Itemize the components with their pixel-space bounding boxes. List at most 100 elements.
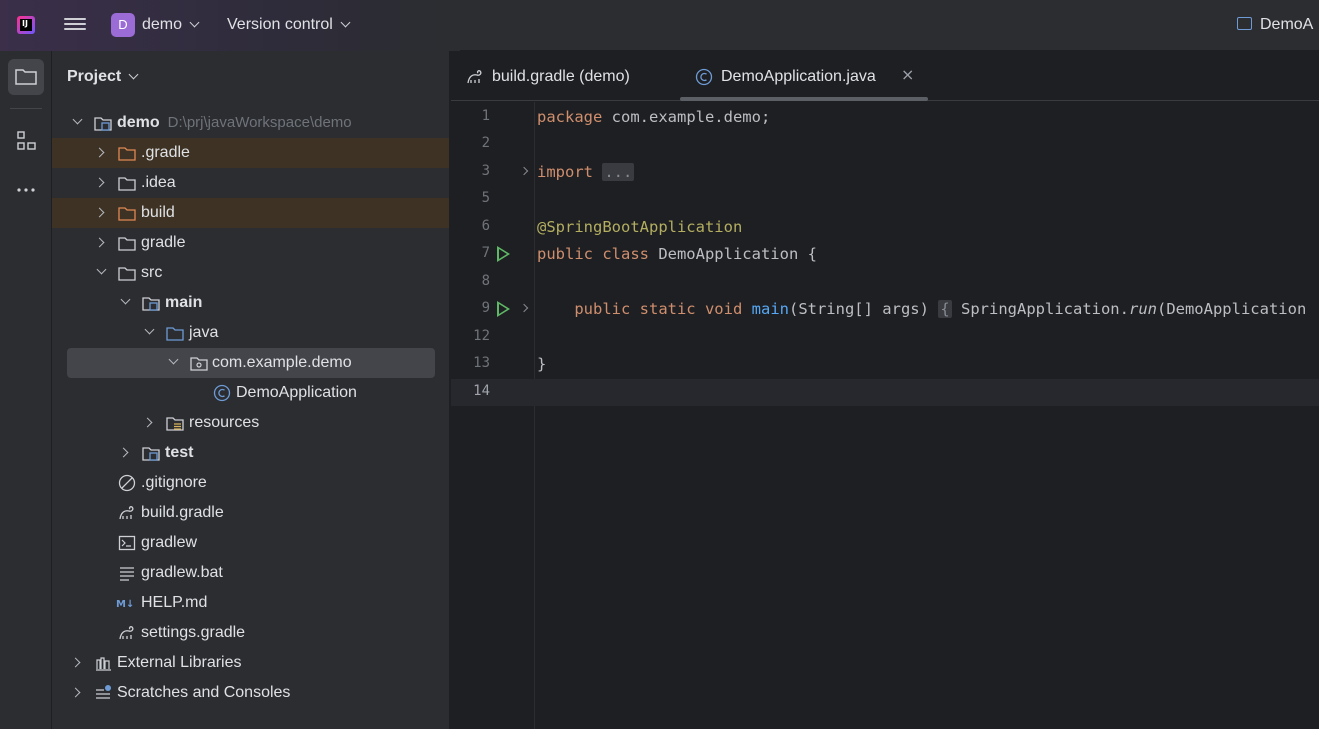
structure-tool-button[interactable] bbox=[8, 123, 44, 159]
line-number: 3 bbox=[481, 163, 490, 179]
tree-item-external-libraries[interactable]: External Libraries bbox=[52, 648, 449, 678]
ignore-file-icon bbox=[118, 474, 136, 492]
folder-icon bbox=[118, 177, 136, 191]
code-line[interactable]: 8 bbox=[451, 269, 1319, 296]
line-number: 7 bbox=[481, 245, 490, 261]
code-line[interactable]: 12 bbox=[451, 324, 1319, 351]
tree-item-main[interactable]: main bbox=[52, 288, 449, 318]
more-icon bbox=[17, 188, 35, 192]
line-number: 12 bbox=[473, 328, 490, 344]
tab-build-gradle[interactable]: build.gradle (demo) bbox=[466, 51, 666, 101]
main-menu-icon[interactable] bbox=[64, 15, 86, 35]
close-icon[interactable]: × bbox=[901, 65, 914, 84]
title-bar: IJ D demo Version control DemoA bbox=[0, 0, 1319, 51]
chevron-down-icon[interactable] bbox=[144, 324, 155, 335]
active-tab-indicator bbox=[680, 97, 928, 101]
java-class-icon bbox=[213, 384, 231, 402]
chevron-down-icon[interactable] bbox=[168, 354, 179, 365]
gradle-icon bbox=[119, 626, 134, 640]
chevron-right-icon[interactable] bbox=[70, 657, 81, 668]
tool-window-strip bbox=[0, 51, 52, 729]
editor-area: build.gradle (demo) DemoApplication.java… bbox=[451, 51, 1319, 729]
folded-method-body[interactable]: { bbox=[938, 300, 952, 318]
line-number: 6 bbox=[481, 218, 490, 234]
java-class-icon bbox=[695, 68, 713, 86]
structure-icon bbox=[17, 131, 36, 150]
tree-item-gradle[interactable]: gradle bbox=[52, 228, 449, 258]
chevron-right-icon[interactable] bbox=[70, 687, 81, 698]
chevron-down-icon[interactable] bbox=[72, 114, 83, 125]
line-number: 5 bbox=[481, 190, 490, 206]
markdown-icon: M↓ bbox=[116, 599, 134, 610]
chevron-right-icon[interactable] bbox=[118, 447, 129, 458]
chevron-right-icon[interactable] bbox=[94, 147, 105, 158]
text-file-icon bbox=[120, 567, 134, 581]
tree-item-help-md[interactable]: M↓ HELP.md bbox=[52, 588, 449, 618]
folder-icon bbox=[118, 237, 136, 251]
line-number: 8 bbox=[481, 273, 490, 289]
application-icon bbox=[1237, 17, 1252, 30]
fold-chevron-icon[interactable] bbox=[519, 166, 529, 176]
code-line[interactable]: 6 @SpringBootApplication bbox=[451, 214, 1319, 241]
tree-item-demoapplication[interactable]: DemoApplication bbox=[52, 378, 449, 408]
code-line-current[interactable]: 14 bbox=[451, 379, 1319, 406]
chevron-right-icon[interactable] bbox=[94, 237, 105, 248]
run-configuration-selector[interactable]: DemoA bbox=[1237, 16, 1313, 34]
fold-chevron-icon[interactable] bbox=[519, 303, 529, 313]
line-number: 9 bbox=[481, 300, 490, 316]
tree-item-test[interactable]: test bbox=[52, 438, 449, 468]
version-control-menu[interactable]: Version control bbox=[227, 16, 351, 34]
editor-tabs: build.gradle (demo) DemoApplication.java… bbox=[451, 51, 1319, 101]
tree-item-resources[interactable]: resources bbox=[52, 408, 449, 438]
chevron-down-icon bbox=[128, 69, 139, 80]
line-number: 2 bbox=[481, 135, 490, 151]
folder-icon bbox=[15, 69, 37, 85]
code-line[interactable]: 9 public static void main(String[] args)… bbox=[451, 296, 1319, 323]
project-tool-button[interactable] bbox=[8, 59, 44, 95]
code-line[interactable]: 13 } bbox=[451, 351, 1319, 378]
tree-item-idea[interactable]: .idea bbox=[52, 168, 449, 198]
tree-item-package[interactable]: com.example.demo bbox=[67, 348, 435, 378]
libraries-icon bbox=[96, 657, 111, 671]
tree-item-gradlew-bat[interactable]: gradlew.bat bbox=[52, 558, 449, 588]
project-path: D:\prj\javaWorkspace\demo bbox=[167, 114, 352, 131]
project-view-selector[interactable]: Project bbox=[67, 68, 139, 86]
tree-item-build[interactable]: build bbox=[52, 198, 449, 228]
project-switcher[interactable]: demo bbox=[142, 16, 200, 34]
chevron-down-icon[interactable] bbox=[96, 264, 107, 275]
code-line[interactable]: 2 bbox=[451, 131, 1319, 158]
module-folder-icon bbox=[142, 447, 160, 461]
line-number: 14 bbox=[473, 383, 490, 399]
tree-item-java[interactable]: java bbox=[52, 318, 449, 348]
project-badge[interactable]: D bbox=[111, 13, 135, 37]
tree-item-build-gradle[interactable]: build.gradle bbox=[52, 498, 449, 528]
tree-item-gradlew[interactable]: gradlew bbox=[52, 528, 449, 558]
tree-item-settings-gradle[interactable]: settings.gradle bbox=[52, 618, 449, 648]
code-line[interactable]: 1 package com.example.demo; bbox=[451, 104, 1319, 131]
tree-item-demo[interactable]: demo D:\prj\javaWorkspace\demo bbox=[52, 108, 449, 138]
tree-item-gitignore[interactable]: .gitignore bbox=[52, 468, 449, 498]
excluded-folder-icon bbox=[118, 207, 136, 221]
chevron-right-icon[interactable] bbox=[142, 417, 153, 428]
shell-script-icon bbox=[118, 535, 136, 551]
code-line[interactable]: 3 import ... bbox=[451, 159, 1319, 186]
tree-item-gradle-dir[interactable]: .gradle bbox=[52, 138, 449, 168]
tree-item-src[interactable]: src bbox=[52, 258, 449, 288]
tab-demoapplication[interactable]: DemoApplication.java × bbox=[695, 51, 925, 101]
tree-item-scratches[interactable]: Scratches and Consoles bbox=[52, 678, 449, 708]
code-line[interactable]: 5 bbox=[451, 186, 1319, 213]
chevron-right-icon[interactable] bbox=[94, 207, 105, 218]
gradle-icon bbox=[119, 506, 134, 520]
scratches-icon bbox=[96, 685, 111, 699]
intellij-logo-icon[interactable]: IJ bbox=[17, 16, 35, 34]
svg-text:M↓: M↓ bbox=[116, 599, 134, 610]
code-line[interactable]: 7 public class DemoApplication { bbox=[451, 241, 1319, 268]
chevron-down-icon[interactable] bbox=[120, 294, 131, 305]
run-icon[interactable] bbox=[497, 301, 510, 317]
run-icon[interactable] bbox=[497, 246, 510, 262]
more-tools-button[interactable] bbox=[8, 172, 44, 208]
folded-imports[interactable]: ... bbox=[602, 163, 635, 181]
module-folder-icon bbox=[142, 297, 160, 311]
resources-folder-icon bbox=[166, 417, 184, 431]
chevron-right-icon[interactable] bbox=[94, 177, 105, 188]
